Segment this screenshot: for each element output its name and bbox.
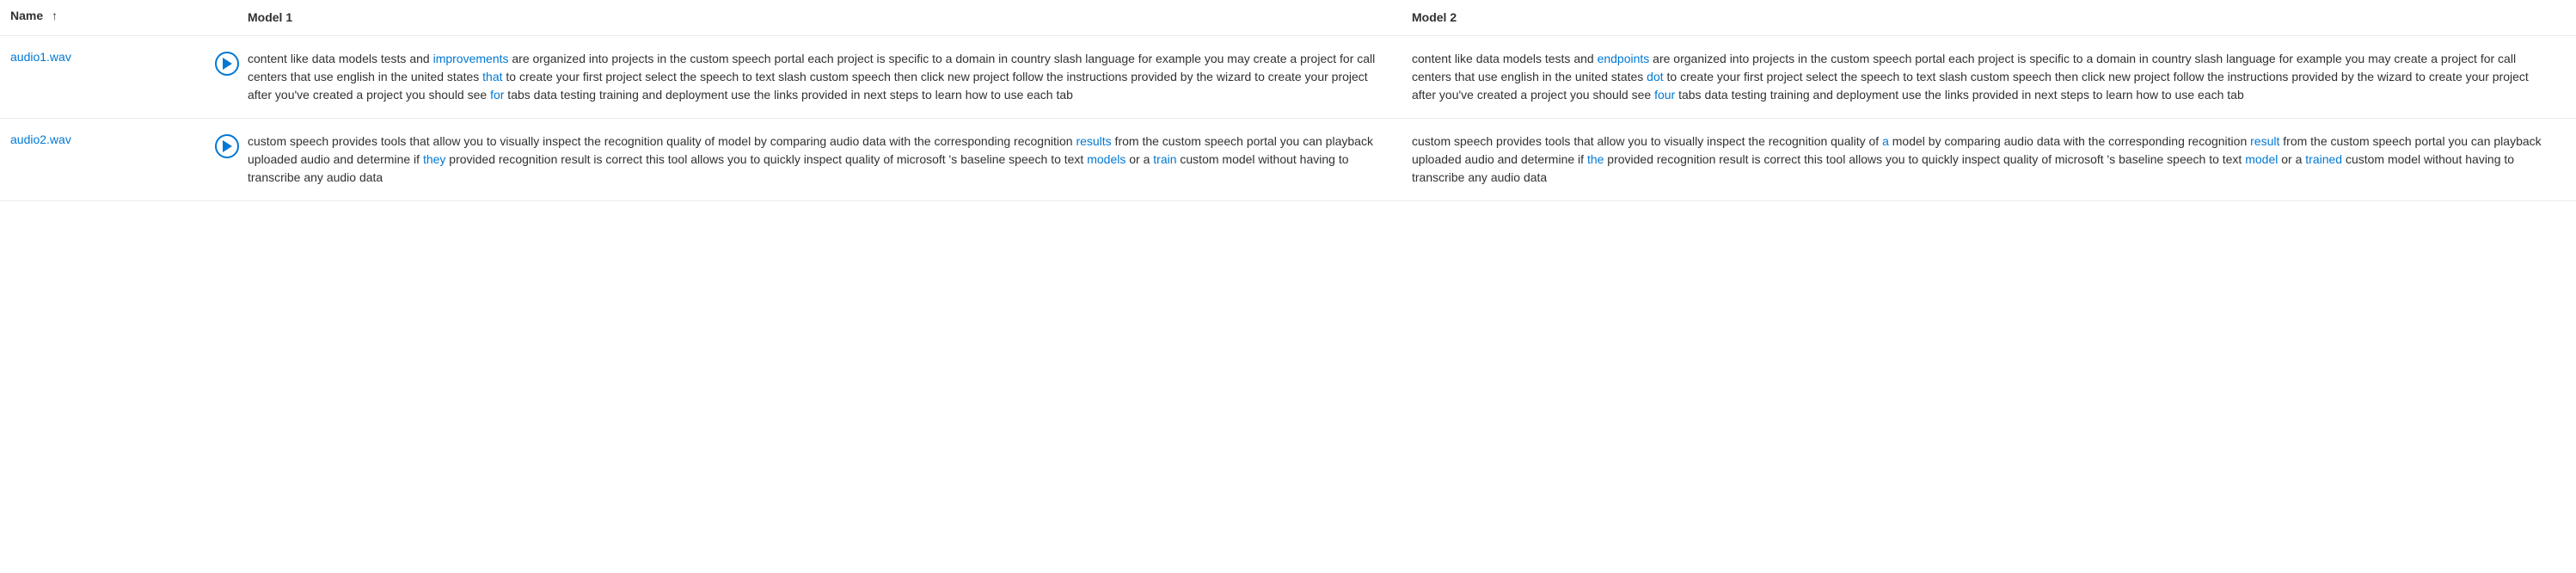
- transcript-text: content like data models tests and: [1412, 52, 1598, 65]
- cell-model1: content like data models tests and impro…: [248, 50, 1412, 104]
- comparison-table: Name ↑ Model 1 Model 2 audio1.wav content…: [0, 0, 2576, 201]
- column-header-model1-label: Model 1: [248, 10, 292, 24]
- column-header-model1[interactable]: Model 1: [248, 9, 1412, 27]
- play-button[interactable]: [215, 134, 239, 158]
- play-button[interactable]: [215, 52, 239, 76]
- diff-word: models: [1087, 152, 1125, 166]
- sort-ascending-icon: ↑: [52, 9, 58, 22]
- model1-transcript: custom speech provides tools that allow …: [248, 132, 1391, 187]
- table-row: audio1.wav content like data models tests…: [0, 36, 2576, 119]
- play-icon: [222, 140, 232, 152]
- diff-word: model: [2245, 152, 2278, 166]
- transcript-text: tabs data testing training and deploymen…: [504, 88, 1073, 102]
- transcript-text: custom speech provides tools that allow …: [248, 134, 1076, 148]
- transcript-text: custom speech provides tools that allow …: [1412, 134, 1882, 148]
- model2-transcript: custom speech provides tools that allow …: [1412, 132, 2555, 187]
- diff-word: result: [2250, 134, 2279, 148]
- audio-file-link[interactable]: audio2.wav: [10, 132, 71, 146]
- cell-play: [206, 132, 248, 158]
- diff-word: trained: [2305, 152, 2342, 166]
- diff-word: the: [1587, 152, 1604, 166]
- model2-transcript: content like data models tests and endpo…: [1412, 50, 2555, 104]
- diff-word: a: [1882, 134, 1889, 148]
- play-icon: [222, 58, 232, 70]
- cell-filename: audio1.wav: [0, 50, 206, 64]
- cell-model1: custom speech provides tools that allow …: [248, 132, 1412, 187]
- column-header-name[interactable]: Name ↑: [0, 9, 206, 27]
- diff-word: results: [1076, 134, 1111, 148]
- cell-filename: audio2.wav: [0, 132, 206, 146]
- diff-word: that: [482, 70, 502, 83]
- transcript-text: content like data models tests and: [248, 52, 433, 65]
- transcript-text: provided recognition result is correct t…: [445, 152, 1087, 166]
- diff-word: they: [423, 152, 445, 166]
- column-header-model2[interactable]: Model 2: [1412, 9, 2576, 27]
- cell-model2: custom speech provides tools that allow …: [1412, 132, 2576, 187]
- diff-word: four: [1654, 88, 1675, 102]
- column-header-play: [206, 9, 248, 27]
- audio-file-link[interactable]: audio1.wav: [10, 50, 71, 64]
- column-header-name-label: Name: [10, 9, 43, 22]
- diff-word: endpoints: [1598, 52, 1650, 65]
- diff-word: for: [490, 88, 504, 102]
- table-header-row: Name ↑ Model 1 Model 2: [0, 0, 2576, 36]
- cell-model2: content like data models tests and endpo…: [1412, 50, 2576, 104]
- transcript-text: or a: [2278, 152, 2305, 166]
- column-header-model2-label: Model 2: [1412, 10, 1457, 24]
- transcript-text: tabs data testing training and deploymen…: [1675, 88, 2244, 102]
- cell-play: [206, 50, 248, 76]
- model1-transcript: content like data models tests and impro…: [248, 50, 1391, 104]
- transcript-text: model by comparing audio data with the c…: [1889, 134, 2250, 148]
- transcript-text: provided recognition result is correct t…: [1604, 152, 2245, 166]
- diff-word: dot: [1647, 70, 1663, 83]
- table-row: audio2.wav custom speech provides tools t…: [0, 119, 2576, 201]
- transcript-text: or a: [1125, 152, 1153, 166]
- diff-word: improvements: [433, 52, 509, 65]
- diff-word: train: [1153, 152, 1176, 166]
